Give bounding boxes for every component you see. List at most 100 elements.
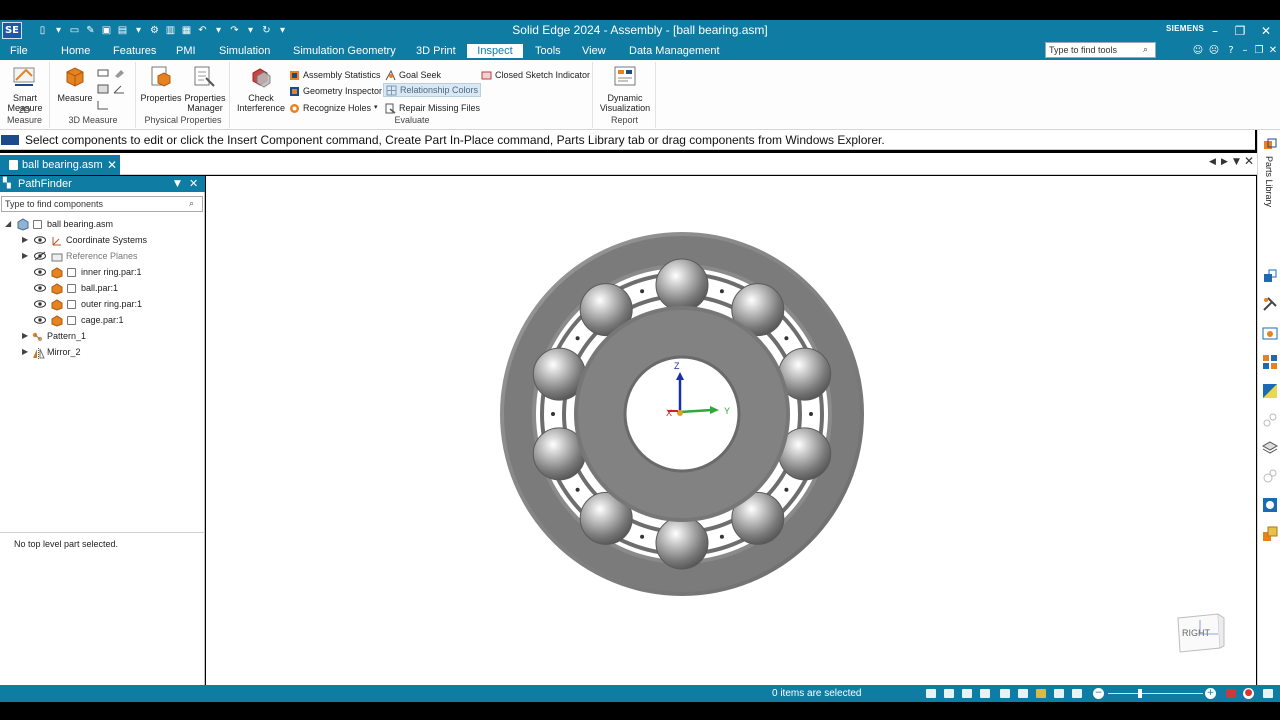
- geometry-inspector-button[interactable]: Geometry Inspector: [289, 84, 382, 98]
- check-interference-button[interactable]: Check Interference: [235, 64, 287, 113]
- tools-icon[interactable]: [1262, 296, 1278, 312]
- tree-item[interactable]: ball.par:1: [0, 280, 205, 296]
- document-tab[interactable]: ball bearing.asm ✕: [0, 155, 120, 175]
- search-icon[interactable]: ⌕: [189, 198, 194, 209]
- color-palette-icon[interactable]: [1262, 383, 1278, 399]
- close-icon[interactable]: ✕: [1256, 21, 1276, 41]
- tree-item[interactable]: ▶ Reference Planes: [0, 248, 205, 264]
- view-cube[interactable]: RIGHT: [1174, 608, 1226, 656]
- relationship-colors-button[interactable]: Relationship Colors: [383, 83, 482, 97]
- minimize-ribbon-icon[interactable]: –: [1239, 44, 1251, 58]
- shaded-view-icon[interactable]: [1036, 689, 1046, 698]
- assembly-statistics-button[interactable]: Assembly Statistics: [289, 68, 381, 82]
- measure-angle-icon[interactable]: [113, 84, 125, 94]
- selection-manager-icon[interactable]: [1262, 497, 1278, 513]
- ball-bearing-model[interactable]: Z Y X: [206, 176, 1256, 685]
- assembly-tree-icon[interactable]: [1262, 526, 1278, 542]
- grid-view-icon[interactable]: [1262, 354, 1278, 370]
- tab-list-icon[interactable]: ▼: [1233, 157, 1240, 167]
- stop-icon[interactable]: [1263, 689, 1273, 698]
- collapse-icon[interactable]: ◢: [5, 216, 13, 232]
- eye-icon[interactable]: [34, 296, 46, 312]
- eye-icon[interactable]: [34, 312, 46, 328]
- tree-item[interactable]: ▶ Pattern_1: [0, 328, 205, 344]
- tab-inspect[interactable]: Inspect: [467, 44, 523, 60]
- parts-library-icon[interactable]: [1263, 138, 1277, 152]
- graphics-window[interactable]: Z Y X RIGHT: [206, 176, 1256, 685]
- restore-doc-icon[interactable]: ❐: [1253, 44, 1265, 58]
- part-features-icon[interactable]: [1262, 468, 1278, 484]
- tab-3d-print[interactable]: 3D Print: [412, 44, 460, 60]
- expand-icon[interactable]: ▶: [22, 344, 30, 360]
- close-tab-icon[interactable]: ✕: [107, 155, 117, 175]
- zoom-out-icon[interactable]: −: [1093, 688, 1104, 699]
- tab-tools[interactable]: Tools: [531, 44, 565, 60]
- command-bar-icon[interactable]: [1, 135, 19, 145]
- layers-blue-icon[interactable]: [1262, 268, 1278, 284]
- frown-feedback-icon[interactable]: ☹: [1208, 44, 1220, 58]
- search-icon[interactable]: ⌕: [1143, 44, 1155, 56]
- measure-area-icon[interactable]: [97, 84, 109, 94]
- sketch-view-icon[interactable]: [1018, 689, 1028, 698]
- repair-missing-files-button[interactable]: Repair Missing Files: [385, 101, 480, 115]
- tab-file[interactable]: File: [6, 44, 32, 60]
- expand-icon[interactable]: ▶: [22, 232, 30, 248]
- scroll-left-icon[interactable]: ◀: [1209, 157, 1216, 167]
- pan-icon[interactable]: [980, 689, 990, 698]
- eye-hidden-icon[interactable]: [34, 248, 46, 264]
- zoom-icon[interactable]: [944, 689, 954, 698]
- measure-minimum-icon[interactable]: [97, 100, 109, 110]
- bearing-ball[interactable]: [655, 258, 709, 312]
- expand-icon[interactable]: ▶: [22, 328, 30, 344]
- bearing-ball[interactable]: [655, 516, 709, 570]
- eye-icon[interactable]: [34, 280, 46, 296]
- close-doc-icon[interactable]: ✕: [1267, 44, 1279, 58]
- parts-library-tab[interactable]: Parts Library: [1264, 156, 1274, 207]
- eye-icon[interactable]: [34, 232, 46, 248]
- tab-data-management[interactable]: Data Management: [625, 44, 724, 60]
- tab-pmi[interactable]: PMI: [172, 44, 200, 60]
- link-icon[interactable]: [1262, 412, 1278, 428]
- view-styles-icon[interactable]: [1054, 689, 1064, 698]
- zoom-slider[interactable]: [1108, 693, 1203, 694]
- tree-item[interactable]: outer ring.par:1: [0, 296, 205, 312]
- layers-icon[interactable]: [1262, 440, 1278, 456]
- tab-simulation-geometry[interactable]: Simulation Geometry: [289, 44, 400, 60]
- record-icon[interactable]: ●: [1243, 688, 1254, 699]
- tab-features[interactable]: Features: [109, 44, 160, 60]
- smile-feedback-icon[interactable]: ☺: [1192, 44, 1204, 58]
- restore-icon[interactable]: ❐: [1230, 21, 1250, 41]
- closed-sketch-indicator-button[interactable]: Closed Sketch Indicator: [481, 68, 590, 82]
- expand-icon[interactable]: ▶: [22, 248, 30, 264]
- display-settings-icon[interactable]: [1262, 326, 1278, 342]
- eye-icon[interactable]: [34, 264, 46, 280]
- tool-search-input[interactable]: [1045, 42, 1156, 58]
- measure-paint-icon[interactable]: [113, 68, 125, 78]
- close-panel-icon[interactable]: ✕: [189, 176, 198, 192]
- measure-distance-icon[interactable]: [97, 68, 109, 78]
- help-icon[interactable]: ?: [1225, 44, 1237, 58]
- component-search-input[interactable]: [1, 196, 203, 212]
- dynamic-visualization-button[interactable]: Dynamic Visualization: [597, 64, 653, 113]
- properties-button[interactable]: Properties: [139, 64, 183, 103]
- tree-item[interactable]: ▶ Mirror_2: [0, 344, 205, 360]
- close-document-icon[interactable]: ✕: [1244, 154, 1254, 168]
- recognize-holes-button[interactable]: Recognize Holes ▾: [289, 101, 378, 115]
- fit-icon[interactable]: [962, 689, 972, 698]
- tree-item[interactable]: cage.par:1: [0, 312, 205, 328]
- tree-item[interactable]: ▶ Coordinate Systems: [0, 232, 205, 248]
- zoom-in-icon[interactable]: +: [1205, 688, 1216, 699]
- tab-home[interactable]: Home: [57, 44, 94, 60]
- tree-item[interactable]: inner ring.par:1: [0, 264, 205, 280]
- named-views-icon[interactable]: [1072, 689, 1082, 698]
- goal-seek-button[interactable]: Goal Seek: [385, 68, 441, 82]
- zoom-area-icon[interactable]: [926, 689, 936, 698]
- panel-options-icon[interactable]: ▼: [174, 176, 181, 192]
- video-record-icon[interactable]: [1226, 689, 1236, 698]
- measure-button[interactable]: Measure: [57, 64, 93, 103]
- minimize-icon[interactable]: –: [1205, 21, 1225, 41]
- tree-root[interactable]: ◢ ball bearing.asm: [0, 216, 205, 232]
- pathfinder-divider[interactable]: [0, 532, 205, 533]
- tab-simulation[interactable]: Simulation: [215, 44, 274, 60]
- zoom-slider-handle[interactable]: [1138, 689, 1143, 698]
